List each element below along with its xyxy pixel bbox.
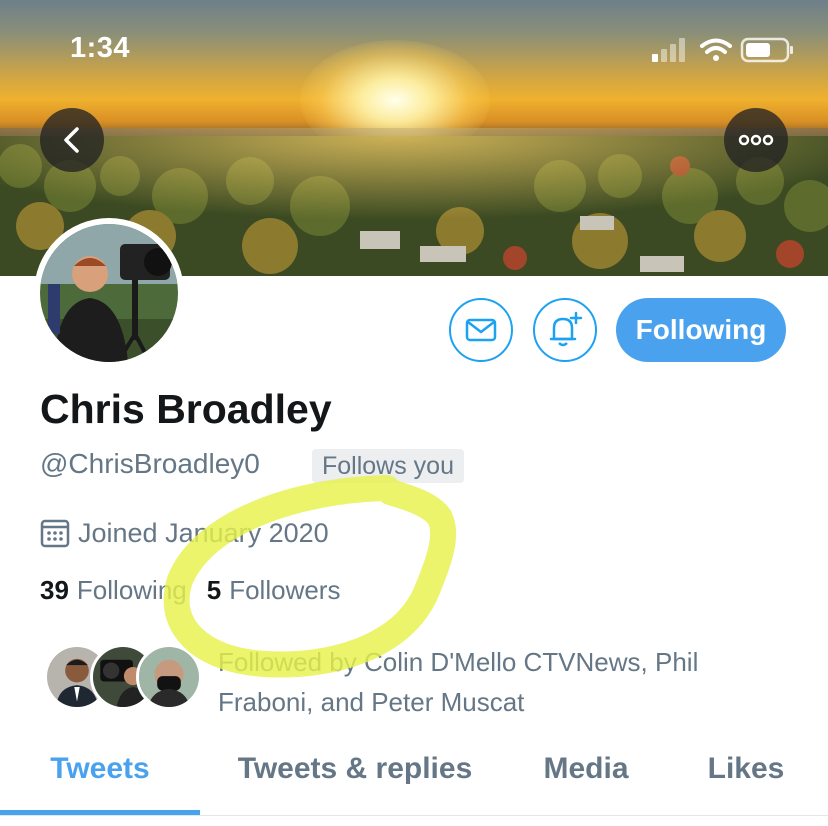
active-tab-indicator [0, 810, 200, 815]
followers-stat[interactable]: 5 Followers [207, 575, 341, 606]
more-horizontal-icon [738, 134, 774, 146]
more-button[interactable] [724, 108, 788, 172]
following-count: 39 [40, 575, 69, 605]
profile-tabs: Tweets Tweets & replies Media Likes [0, 748, 828, 816]
follower-avatar [136, 644, 202, 710]
message-button[interactable] [449, 298, 513, 362]
notifications-button[interactable] [533, 298, 597, 362]
followed-by[interactable]: Followed by Colin D'Mello CTVNews, Phil … [44, 644, 804, 717]
followers-count: 5 [206, 575, 222, 605]
battery-icon [740, 37, 793, 63]
bell-plus-icon [549, 311, 583, 347]
profile-name: Chris Broadley [40, 386, 332, 432]
follow-stats: 39 Following 5 Followers [40, 575, 340, 606]
back-button[interactable] [40, 108, 104, 172]
tab-tweets-replies[interactable]: Tweets & replies [226, 748, 484, 816]
cellular-signal-icon [652, 38, 685, 62]
status-icons [652, 37, 793, 63]
chevron-left-icon [64, 127, 79, 153]
tab-media[interactable]: Media [534, 748, 638, 816]
tab-tweets[interactable]: Tweets [40, 748, 160, 816]
following-button[interactable]: Following [616, 298, 786, 362]
followed-by-text: Followed by Colin D'Mello CTVNews, Phil … [218, 647, 699, 717]
joined-text: Joined January 2020 [78, 517, 329, 548]
profile-handle: @ChrisBroadley0 [40, 448, 260, 479]
avatar-photo [40, 224, 178, 364]
calendar-icon [40, 519, 70, 548]
wifi-icon [700, 38, 732, 61]
followers-label: Followers [229, 575, 341, 605]
following-label: Following [76, 575, 187, 605]
following-stat[interactable]: 39 Following [40, 575, 187, 606]
joined-date: Joined January 2020 [40, 516, 329, 550]
mail-icon [465, 318, 497, 342]
status-time: 1:34 [70, 32, 131, 64]
follows-you-badge: Follows you [312, 449, 464, 483]
tab-likes[interactable]: Likes [700, 748, 792, 816]
profile-avatar[interactable] [34, 218, 184, 368]
